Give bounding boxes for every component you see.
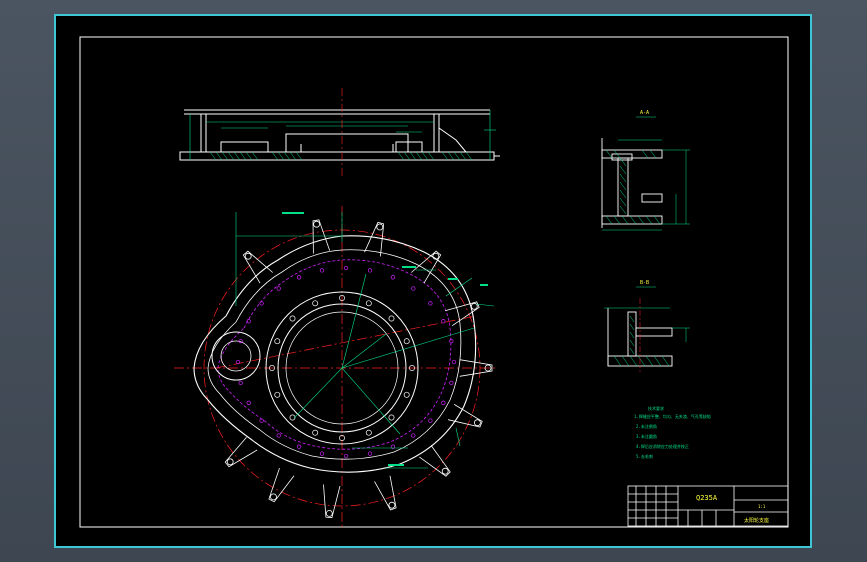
note-line-5: 5.去毛刺 <box>636 453 653 459</box>
flange-hole <box>449 338 454 344</box>
plan-dim-tags <box>282 212 488 466</box>
part-name-label: 太阳轮支座 <box>744 517 769 524</box>
flange-hole <box>390 275 396 280</box>
gusset <box>312 219 331 254</box>
gusset <box>268 467 295 503</box>
bolt-hole <box>403 338 410 345</box>
section-a-hatch <box>605 149 661 225</box>
bolt-hole <box>365 429 372 436</box>
flange-hole <box>441 400 446 405</box>
flange-hole <box>441 319 446 324</box>
note-line-3: 3.未注圆角 <box>636 433 657 439</box>
plan-hidden-groove <box>217 259 452 450</box>
flange-hole <box>319 451 325 456</box>
section-b-label: B-B <box>640 280 649 286</box>
bolt-hole <box>365 300 372 307</box>
gusset-hole <box>441 467 449 475</box>
gusset-hole <box>388 501 396 509</box>
gusset-hole <box>473 419 481 427</box>
gusset-hole <box>325 509 333 517</box>
plan-small-boss <box>211 331 261 381</box>
flange-hole <box>319 268 325 273</box>
plan-inner-body <box>207 249 462 460</box>
section-b-hatch <box>613 315 670 367</box>
drawing-canvas[interactable]: A-A B-B 技术要求 1.焊缝应平整、均匀、无夹渣、气孔等缺陷 2.未注倒角… <box>54 14 812 548</box>
bolt-hole <box>312 300 319 307</box>
gusset <box>374 475 397 511</box>
gusset-hole <box>376 223 384 231</box>
section-a-label: A-A <box>640 110 649 116</box>
flange-hole <box>246 400 251 405</box>
bolt-hole <box>312 429 319 436</box>
bolt-hole <box>388 414 395 421</box>
scale-label: 1:1 <box>758 504 766 509</box>
note-line-1: 1.焊缝应平整、均匀、无夹渣、气孔等缺陷 <box>634 413 711 419</box>
note-line-4: 4.焊后应消除应力处理并校正 <box>636 443 689 449</box>
flange-hole <box>276 433 281 438</box>
flange-hole <box>296 444 302 449</box>
technical-notes: 技术要求 1.焊缝应平整、均匀、无夹渣、气孔等缺陷 2.未注倒角 3.未注圆角 … <box>634 405 711 459</box>
note-line-2: 2.未注倒角 <box>636 423 657 429</box>
section-a-dimensions <box>602 139 690 231</box>
section-a-view <box>601 138 663 228</box>
top-section-view <box>179 109 500 161</box>
flange-hole <box>367 451 373 456</box>
flange-hole <box>411 433 416 438</box>
gusset-hole <box>244 252 252 260</box>
flange-hole <box>343 265 349 271</box>
flange-hole <box>238 380 243 386</box>
flange-hole <box>296 275 302 280</box>
flange-hole <box>451 359 457 365</box>
flange-hole <box>367 268 373 273</box>
plan-centerlines <box>174 206 496 530</box>
material-label: Q235A <box>696 494 718 502</box>
flange-hole <box>411 286 416 291</box>
gusset <box>419 445 451 477</box>
flange-hole <box>276 286 281 291</box>
gusset-hole <box>226 458 234 466</box>
flange-hole <box>428 301 433 306</box>
flange-hole <box>428 418 433 423</box>
plan-bolt-holes <box>235 265 457 459</box>
section-b-dimensions <box>604 307 690 342</box>
bolt-hole <box>274 338 281 345</box>
notes-title: 技术要求 <box>648 405 664 411</box>
plan-gussets <box>224 219 493 519</box>
bolt-hole <box>289 315 296 322</box>
bolt-hole <box>274 391 281 398</box>
bolt-hole <box>403 391 410 398</box>
gusset-hole <box>270 493 277 501</box>
flange-hole <box>343 453 349 459</box>
flange-hole <box>259 301 264 306</box>
flange-hole <box>449 380 454 386</box>
bolt-hole <box>388 315 395 322</box>
gusset-hole <box>313 220 321 228</box>
top-section-hatch <box>209 151 473 161</box>
